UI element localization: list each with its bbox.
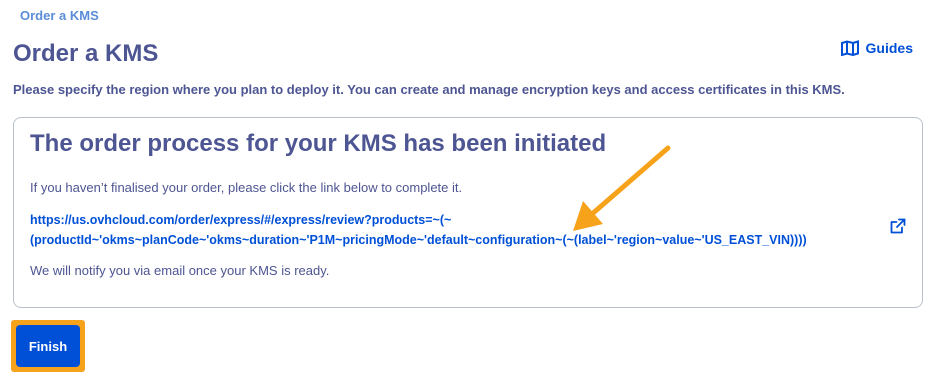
order-link-line-2: (productId~'okms~planCode~'okms~duration… (30, 233, 807, 247)
card-notice: We will notify you via email once your K… (30, 263, 330, 278)
guides-label: Guides (865, 40, 913, 56)
finish-button[interactable]: Finish (16, 325, 80, 367)
finish-highlight: Finish (11, 320, 85, 372)
order-link-line-1: https://us.ovhcloud.com/order/express/#/… (30, 213, 452, 227)
page-title: Order a KMS (13, 40, 159, 67)
breadcrumb[interactable]: Order a KMS (20, 8, 99, 23)
order-link[interactable]: https://us.ovhcloud.com/order/express/#/… (30, 210, 880, 250)
order-status-card: The order process for your KMS has been … (13, 117, 923, 308)
card-instruction: If you haven’t finalised your order, ple… (30, 180, 463, 195)
page-description: Please specify the region where you plan… (13, 82, 845, 97)
external-link-icon[interactable] (890, 218, 906, 239)
card-title: The order process for your KMS has been … (30, 130, 607, 157)
book-icon (840, 40, 859, 56)
guides-link[interactable]: Guides (840, 40, 913, 56)
